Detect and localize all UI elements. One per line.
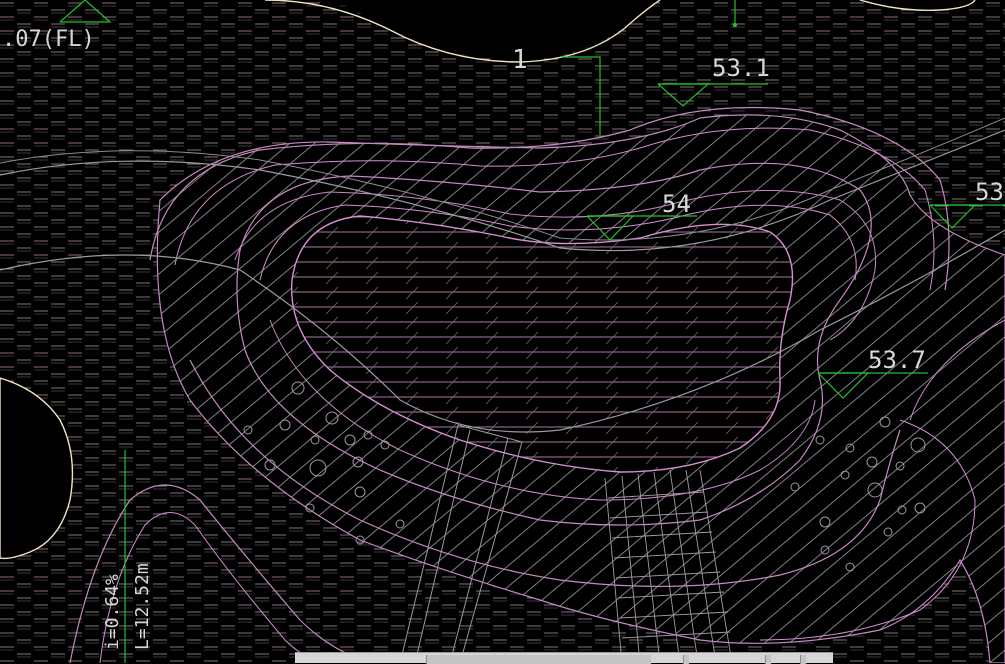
elevation-label-53-7: 53.7 [868,346,926,374]
elevation-label-53-1: 53.1 [712,54,770,82]
index-label: 1 [512,45,528,75]
length-label: L=12.52m [132,563,153,650]
elevation-label-54: 54 [662,190,691,218]
fl-label: .07(FL) [2,27,95,52]
elevation-label-53: 53 [975,178,1004,206]
cad-drawing-canvas[interactable]: .07(FL) 1 53.1 54 53 53.7 i=0.64% L=12.5… [0,0,1005,663]
drawing-svg: .07(FL) 1 53.1 54 53 53.7 i=0.64% L=12.5… [0,0,1005,663]
slope-label: i=0.64% [102,574,123,650]
status-bar[interactable] [295,652,833,664]
